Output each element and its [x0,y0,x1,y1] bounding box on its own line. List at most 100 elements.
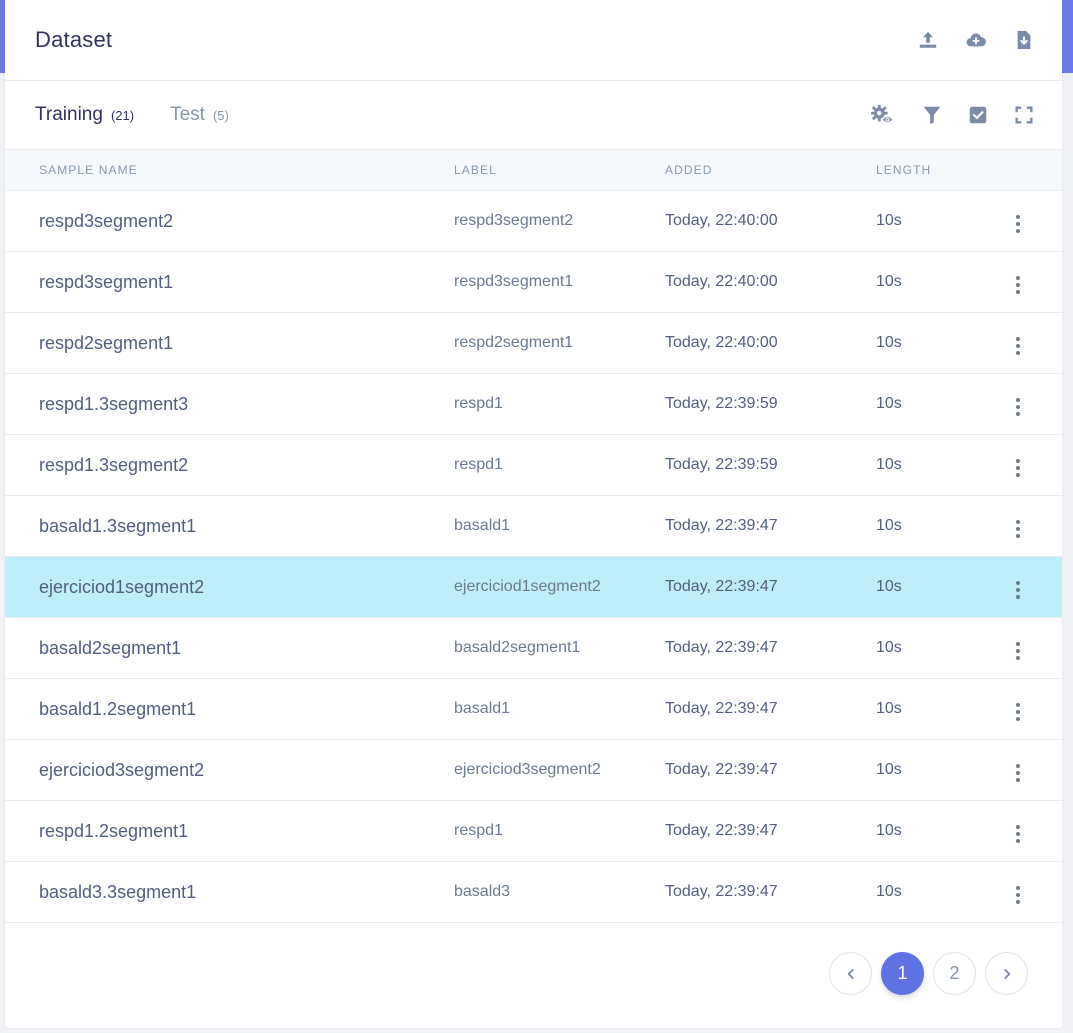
dot [1016,344,1020,348]
dot [1016,778,1020,782]
length-cell: 10s [876,312,1002,374]
length-cell: 10s [876,495,1002,557]
label-cell: respd2segment1 [454,312,665,374]
row-actions-cell [1002,190,1062,252]
row-actions-cell [1002,617,1062,679]
table-row[interactable]: basald1.2segment1 basald1 Today, 22:39:47 1… [5,678,1062,740]
dot [1016,656,1020,660]
added-cell: Today, 22:39:47 [665,800,876,862]
dot [1016,276,1020,280]
samples-table: SAMPLE NAME LABEL ADDED LENGTH respd3seg… [5,150,1062,923]
fullscreen-button[interactable] [1013,104,1035,126]
dot [1016,900,1020,904]
table-row[interactable]: ejerciciod1segment2 ejerciciod1segment2 To… [5,556,1062,618]
dot [1016,581,1020,585]
more-options-icon[interactable] [1008,700,1028,724]
length-cell: 10s [876,678,1002,740]
dot [1016,229,1020,233]
dot [1016,520,1020,524]
cloud-button[interactable] [965,29,987,51]
upload-icon [919,31,937,48]
row-actions-cell [1002,312,1062,374]
length-cell: 10s [876,739,1002,801]
filter-button[interactable] [921,104,943,126]
length-cell: 10s [876,373,1002,435]
tabs-toolbar: Training (21) Test (5) [5,81,1062,150]
length-cell: 10s [876,556,1002,618]
next-page-button[interactable] [985,952,1028,995]
sample-name-cell: respd2segment1 [5,312,454,374]
more-options-icon[interactable] [1008,883,1028,907]
added-cell: Today, 22:39:59 [665,434,876,496]
dot [1016,337,1020,341]
tab-label: Test [170,104,205,125]
upload-button[interactable] [917,29,939,51]
row-actions-cell [1002,678,1062,740]
more-options-icon[interactable] [1008,822,1028,846]
table-row[interactable]: basald1.3segment1 basald1 Today, 22:39:47 1… [5,495,1062,557]
dot [1016,595,1020,599]
label-cell: respd1 [454,434,665,496]
view-settings-button[interactable] [869,104,897,126]
more-options-icon[interactable] [1008,273,1028,297]
cloud-upload-icon [966,33,986,47]
column-header-sample-name[interactable]: SAMPLE NAME [5,150,454,191]
dot [1016,588,1020,592]
sample-name-cell: basald3.3segment1 [5,861,454,923]
added-cell: Today, 22:39:47 [665,617,876,679]
tab-training[interactable]: Training (21) [35,104,134,126]
previous-page-button[interactable] [829,952,872,995]
table-row[interactable]: respd1.3segment3 respd1 Today, 22:39:59 10s [5,373,1062,435]
table-row[interactable]: basald2segment1 basald2segment1 Today, 22:… [5,617,1062,679]
row-actions-cell [1002,739,1062,801]
row-actions-cell [1002,861,1062,923]
length-cell: 10s [876,190,1002,252]
column-header-label[interactable]: LABEL [454,150,665,191]
row-actions-cell [1002,434,1062,496]
more-options-icon[interactable] [1008,639,1028,663]
table-header: SAMPLE NAME LABEL ADDED LENGTH [5,150,1062,191]
added-cell: Today, 22:39:47 [665,556,876,618]
more-options-icon[interactable] [1008,517,1028,541]
select-button[interactable] [967,104,989,126]
more-options-icon[interactable] [1008,212,1028,236]
label-cell: basald3 [454,861,665,923]
table-row[interactable]: respd2segment1 respd2segment1 Today, 22:40… [5,312,1062,374]
chevron-left-icon [847,968,854,979]
sample-name-cell: ejerciciod3segment2 [5,739,454,801]
table-row[interactable]: respd1.3segment2 respd1 Today, 22:39:59 10s [5,434,1062,496]
sample-name-cell: ejerciciod1segment2 [5,556,454,618]
sample-name-cell: respd1.3segment2 [5,434,454,496]
page-2-button[interactable]: 2 [933,952,976,995]
sample-name-cell: basald2segment1 [5,617,454,679]
download-button[interactable] [1013,29,1035,51]
more-options-icon[interactable] [1008,395,1028,419]
row-actions-cell [1002,251,1062,313]
table-row[interactable]: ejerciciod3segment2 ejerciciod3segment2 To… [5,739,1062,801]
more-options-icon[interactable] [1008,334,1028,358]
length-cell: 10s [876,251,1002,313]
more-options-icon[interactable] [1008,456,1028,480]
label-cell: basald1 [454,678,665,740]
label-cell: respd1 [454,373,665,435]
label-cell: respd3segment1 [454,251,665,313]
dot [1016,215,1020,219]
more-options-icon[interactable] [1008,761,1028,785]
column-header-length[interactable]: LENGTH [876,150,1002,191]
length-cell: 10s [876,861,1002,923]
table-row[interactable]: basald3.3segment1 basald3 Today, 22:39:47 1… [5,861,1062,923]
dot [1016,642,1020,646]
dot [1016,283,1020,287]
dot [1016,412,1020,416]
more-options-icon[interactable] [1008,578,1028,602]
dot [1016,527,1020,531]
tab-test[interactable]: Test (5) [170,104,229,126]
dot [1016,222,1020,226]
table-row[interactable]: respd3segment2 respd3segment2 Today, 22:40… [5,190,1062,252]
dataset-card: Dataset Training (21) Test (5) SAMPLE NA… [5,0,1062,1028]
added-cell: Today, 22:39:59 [665,373,876,435]
table-row[interactable]: respd1.2segment1 respd1 Today, 22:39:47 10s [5,800,1062,862]
page-1-button[interactable]: 1 [881,952,924,995]
column-header-added[interactable]: ADDED [665,150,876,191]
table-row[interactable]: respd3segment1 respd3segment1 Today, 22:40… [5,251,1062,313]
